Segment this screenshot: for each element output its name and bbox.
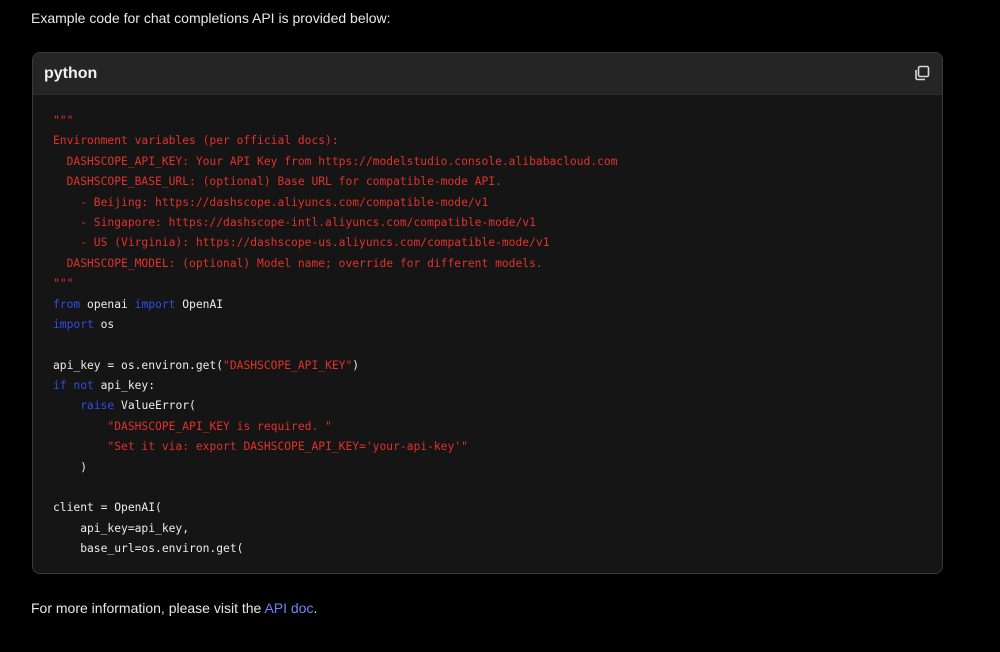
code-token: not (73, 379, 94, 393)
code-token: import (134, 297, 176, 311)
code-block-header: python (33, 53, 942, 95)
code-line: base_url=os.environ.get( (53, 539, 932, 559)
code-line: - Beijing: https://dashscope.aliyuncs.co… (53, 193, 932, 213)
code-line: api_key=api_key, (53, 519, 932, 539)
code-line: - US (Virginia): https://dashscope-us.al… (53, 233, 932, 253)
code-token: ) (53, 460, 88, 474)
code-line: api_key = os.environ.get("DASHSCOPE_API_… (53, 356, 932, 376)
code-token: api_key=api_key, (53, 521, 190, 535)
code-token: api_key: (93, 379, 156, 393)
code-line: - Singapore: https://dashscope-intl.aliy… (53, 213, 932, 233)
code-line: """ (53, 111, 932, 131)
code-token: api_key = os.environ.get( (53, 358, 224, 372)
footer-text: For more information, please visit the (31, 600, 265, 616)
code-token: """ (53, 114, 74, 127)
code-block: python """ Environment variables (per off… (32, 52, 943, 574)
code-line: import os (53, 315, 932, 335)
code-token: import (53, 317, 94, 331)
code-line: """ (53, 274, 932, 294)
code-line: from openai import OpenAI (53, 295, 932, 315)
code-token: raise (80, 399, 115, 413)
code-token: "DASHSCOPE_API_KEY" (223, 358, 353, 372)
api-doc-link[interactable]: API doc (264, 600, 313, 616)
code-token: "DASHSCOPE_API_KEY is required. " (107, 419, 332, 433)
copy-icon[interactable] (913, 64, 931, 82)
code-token: DASHSCOPE_BASE_URL: (optional) Base URL … (53, 175, 502, 189)
code-token: openai (80, 297, 135, 311)
code-token: """ (53, 277, 74, 291)
code-line: DASHSCOPE_BASE_URL: (optional) Base URL … (53, 172, 932, 192)
code-token: from (53, 297, 81, 311)
code-line: raise ValueError( (53, 396, 932, 416)
code-line: if not api_key: (53, 376, 932, 396)
code-token: Environment variables (per official docs… (53, 134, 339, 148)
code-content[interactable]: """ Environment variables (per official d… (53, 111, 932, 573)
code-line: DASHSCOPE_API_KEY: Your API Key from htt… (53, 152, 932, 172)
code-token: - Singapore: https://dashscope-intl.aliy… (53, 215, 536, 229)
code-line: "DASHSCOPE_API_KEY is required. " (53, 417, 932, 437)
code-token: ValueError( (114, 399, 196, 413)
code-line: "Set it via: export DASHSCOPE_API_KEY='y… (53, 437, 932, 457)
code-line: ) (53, 458, 932, 478)
code-token: client = OpenAI( (53, 501, 162, 515)
footer-info: For more information, please visit the A… (31, 600, 317, 616)
code-token: base_url=os.environ.get( (53, 542, 244, 556)
code-line: DASHSCOPE_MODEL: (optional) Model name; … (53, 254, 932, 274)
code-line: client = OpenAI( (53, 498, 932, 518)
code-token: os (93, 317, 115, 331)
footer-suffix: . (313, 600, 318, 616)
code-language-label: python (44, 65, 98, 82)
code-token: - US (Virginia): https://dashscope-us.al… (53, 236, 550, 250)
code-token: if (53, 379, 67, 393)
code-token: ) (352, 358, 360, 372)
code-token: DASHSCOPE_API_KEY: Your API Key from htt… (53, 154, 618, 168)
code-token: OpenAI (175, 297, 224, 311)
intro-text: Example code for chat completions API is… (31, 10, 391, 26)
code-token: "Set it via: export DASHSCOPE_API_KEY='y… (107, 440, 468, 454)
code-token: - Beijing: https://dashscope.aliyuncs.co… (53, 195, 489, 209)
code-line: Environment variables (per official docs… (53, 131, 932, 151)
code-token: DASHSCOPE_MODEL: (optional) Model name; … (53, 256, 543, 270)
